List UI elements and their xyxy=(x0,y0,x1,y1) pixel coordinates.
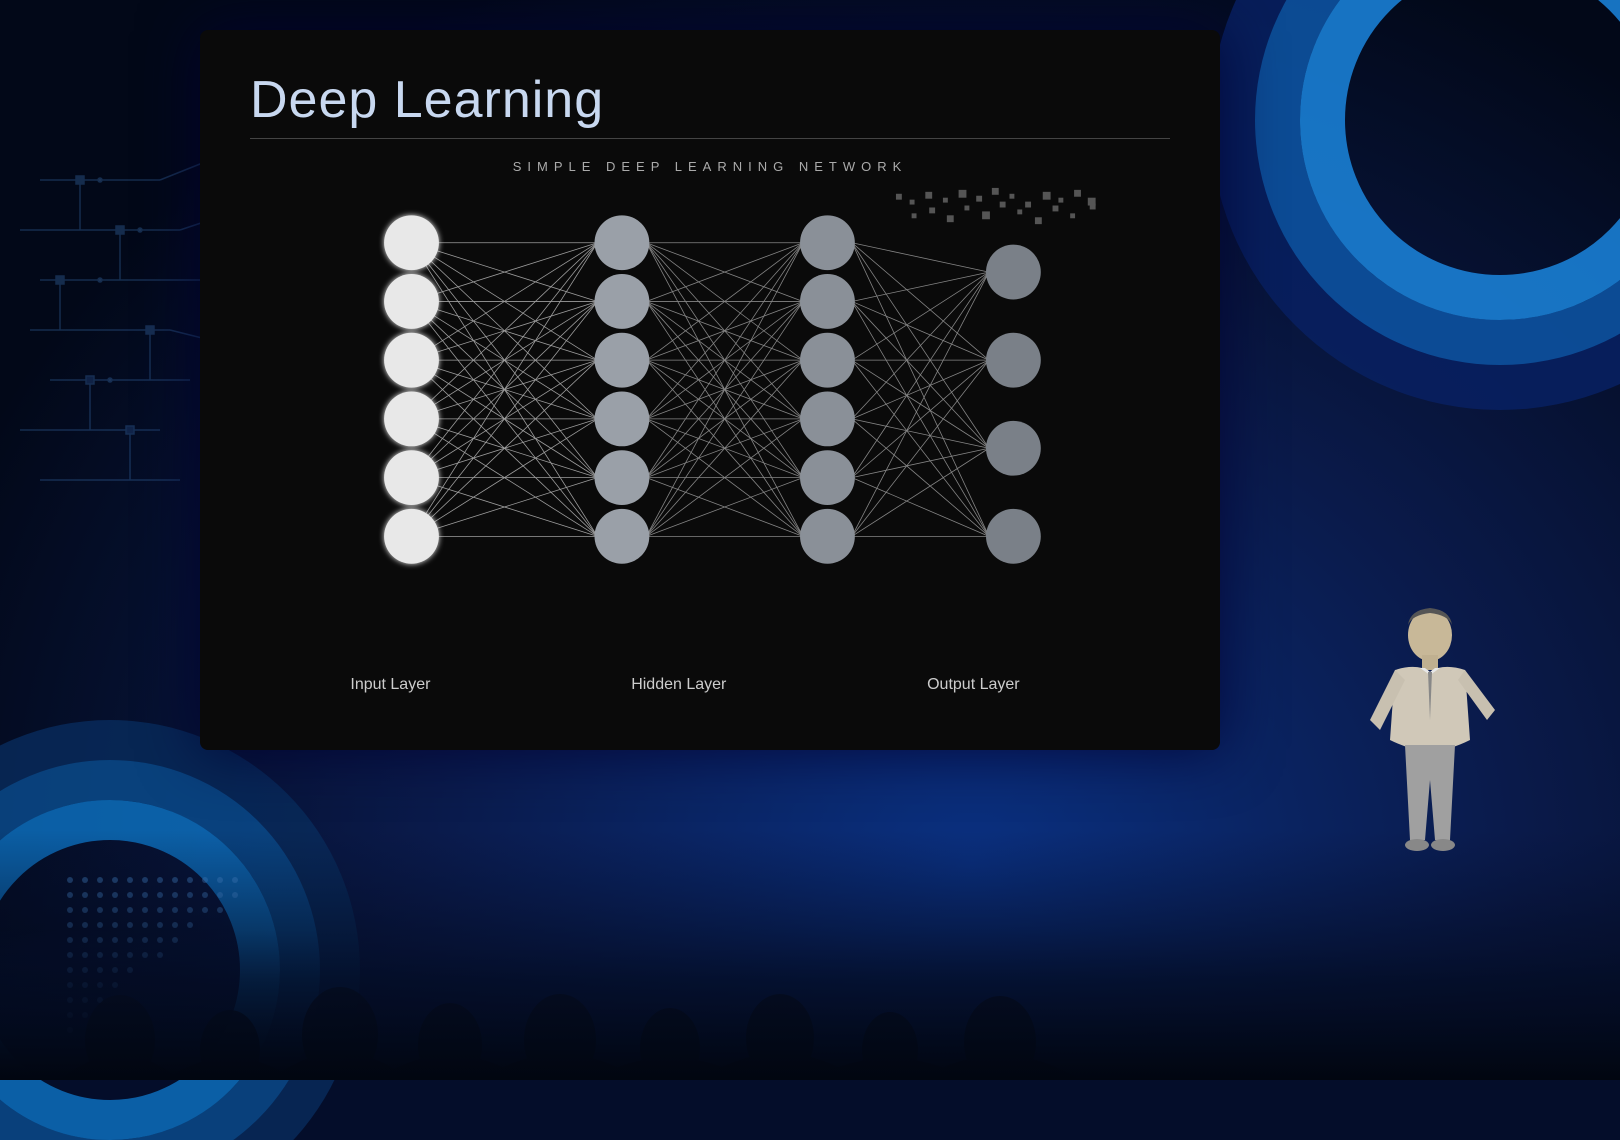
presentation-screen: Deep Learning SIMPLE DEEP LEARNING NETWO… xyxy=(200,30,1220,750)
slide-title: Deep Learning xyxy=(250,70,1170,130)
hidden-layer-label: Hidden Layer xyxy=(631,676,726,694)
speaker-figure xyxy=(1340,580,1520,980)
output-layer-label: Output Layer xyxy=(927,676,1020,694)
layer-labels: Input Layer Hidden Layer Output Layer xyxy=(250,676,1170,694)
network-subtitle: SIMPLE DEEP LEARNING NETWORK xyxy=(250,159,1170,174)
network-svg xyxy=(250,184,1170,644)
slide-divider xyxy=(250,138,1170,139)
speaker-svg xyxy=(1340,580,1520,980)
presentation-screen-container: Deep Learning SIMPLE DEEP LEARNING NETWO… xyxy=(200,30,1220,750)
circuit-decoration-left xyxy=(0,100,220,600)
input-layer-label: Input Layer xyxy=(350,676,430,694)
neural-network-diagram: Input Layer Hidden Layer Output Layer xyxy=(250,184,1170,644)
